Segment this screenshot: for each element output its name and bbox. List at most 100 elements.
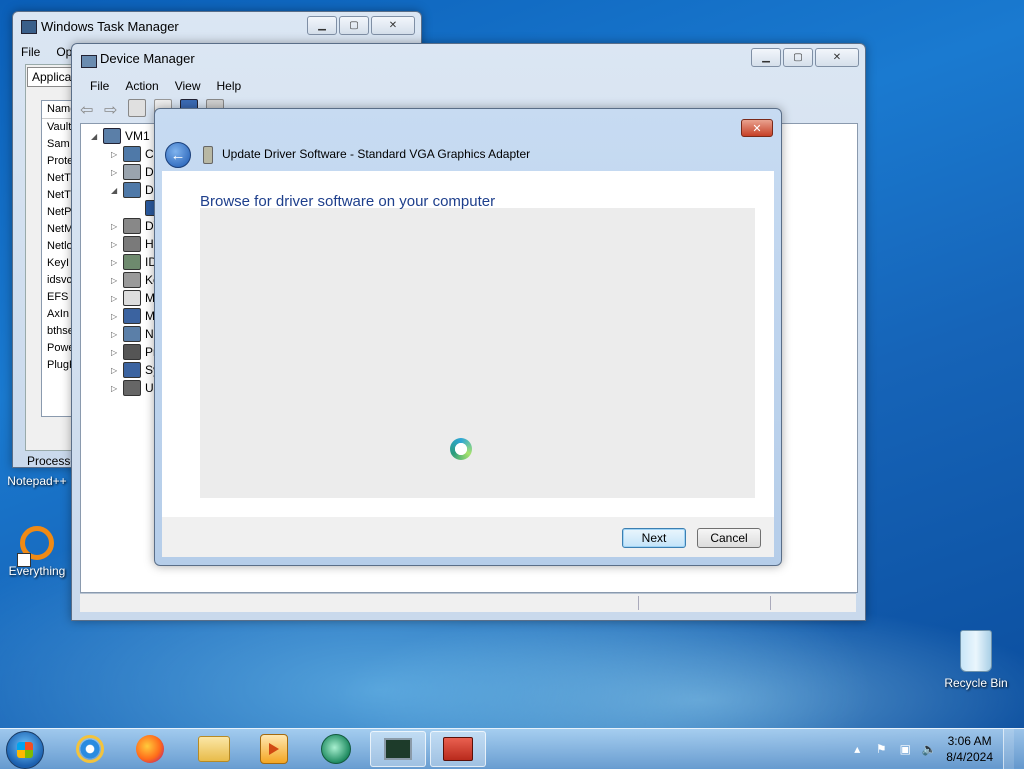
taskbar-app[interactable] <box>308 731 364 767</box>
menu-options[interactable]: Op <box>56 43 72 61</box>
network-icon[interactable]: ▣ <box>898 742 912 756</box>
menu-view[interactable]: View <box>175 77 201 95</box>
close-button[interactable]: ✕ <box>815 48 859 67</box>
expand-arrow-icon[interactable]: ▷ <box>111 240 119 249</box>
volume-muted-icon[interactable]: 🔈 <box>922 742 937 756</box>
start-button[interactable] <box>6 731 44 769</box>
taskbar-windows-explorer[interactable] <box>186 731 242 767</box>
expand-arrow-icon[interactable]: ▷ <box>111 168 119 177</box>
wizard-content: Browse for driver software on your compu… <box>162 171 774 517</box>
desktop-icon-everything[interactable]: Everything <box>4 526 70 578</box>
clock[interactable]: 3:06 AM 8/4/2024 <box>946 733 993 765</box>
back-button[interactable]: ← <box>165 142 191 168</box>
taskbar-internet-explorer[interactable] <box>62 731 118 767</box>
loading-spinner-icon <box>450 438 472 460</box>
device-category-icon <box>123 362 141 378</box>
status-bar <box>80 593 856 612</box>
device-category-icon <box>123 146 141 162</box>
taskbar-device-manager[interactable] <box>430 731 486 767</box>
page-heading: Browse for driver software on your compu… <box>200 193 496 210</box>
collapse-arrow-icon[interactable]: ◢ <box>111 186 119 195</box>
tree-item[interactable]: ▷ Pr <box>111 343 157 361</box>
expand-arrow-icon[interactable]: ▷ <box>111 294 119 303</box>
maximize-button[interactable]: ▢ <box>339 16 369 35</box>
tree-item[interactable]: ▷ M <box>111 289 155 307</box>
show-hidden-icons-icon[interactable]: ▴ <box>850 742 864 756</box>
action-center-flag-icon[interactable]: ⚑ <box>874 742 888 756</box>
desktop-icon-notepadpp[interactable]: Notepad++ <box>4 474 70 488</box>
expand-arrow-icon[interactable]: ▷ <box>111 384 119 393</box>
recycle-bin-icon <box>960 630 992 672</box>
expand-arrow-icon[interactable]: ▷ <box>111 312 119 321</box>
task-manager-icon <box>384 738 412 760</box>
window-title: Windows Task Manager <box>41 19 179 34</box>
collapse-arrow-icon[interactable]: ◢ <box>91 132 99 141</box>
maximize-button[interactable]: ▢ <box>783 48 813 67</box>
device-category-icon <box>123 182 141 198</box>
tree-item[interactable]: ▷ ID <box>111 253 157 271</box>
next-button[interactable]: Next <box>622 528 686 548</box>
computer-icon <box>103 128 121 144</box>
taskbar: ▴ ⚑ ▣ 🔈 3:06 AM 8/4/2024 <box>0 728 1024 769</box>
device-category-icon <box>123 380 141 396</box>
expand-arrow-icon[interactable]: ▷ <box>111 348 119 357</box>
tree-item[interactable]: ▷ Ke <box>111 271 160 289</box>
app-icon <box>321 734 351 764</box>
menu-file[interactable]: File <box>21 43 40 61</box>
graphics-adapter-icon <box>203 146 213 164</box>
windows-logo-icon <box>17 742 33 758</box>
menu-file[interactable]: File <box>90 77 109 95</box>
tree-item[interactable]: ▷ Di <box>111 163 156 181</box>
expand-arrow-icon[interactable]: ▷ <box>111 366 119 375</box>
window-title: Device Manager <box>100 51 195 66</box>
device-category-icon <box>123 344 141 360</box>
folder-icon <box>198 736 230 762</box>
minimize-button[interactable]: ▁ <box>751 48 781 67</box>
internet-explorer-icon <box>76 735 104 763</box>
menu-help[interactable]: Help <box>217 77 242 95</box>
tree-root-vm1[interactable]: ◢ VM1 <box>91 127 150 145</box>
desktop-icon-label: Notepad++ <box>7 474 67 488</box>
minimize-button[interactable]: ▁ <box>307 16 337 35</box>
taskbar-media-player[interactable] <box>246 731 302 767</box>
expand-arrow-icon[interactable]: ▷ <box>111 222 119 231</box>
expand-arrow-icon[interactable]: ▷ <box>111 330 119 339</box>
desktop-icon-label: Everything <box>8 564 66 578</box>
device-category-icon <box>123 254 141 270</box>
media-player-icon <box>260 734 288 764</box>
back-arrow-icon[interactable]: ⇦ <box>80 100 96 119</box>
tree-item[interactable]: ▷ Hu <box>111 235 160 253</box>
expand-arrow-icon[interactable]: ▷ <box>111 150 119 159</box>
menu-action[interactable]: Action <box>125 77 158 95</box>
close-button[interactable]: ✕ <box>371 16 415 35</box>
tree-item[interactable]: ▷ Co <box>111 145 160 163</box>
desktop-icon-recycle-bin[interactable]: Recycle Bin <box>938 630 1014 690</box>
device-category-icon <box>123 164 141 180</box>
dialog-title: Update Driver Software - Standard VGA Gr… <box>222 147 531 161</box>
device-category-icon <box>123 236 141 252</box>
tree-item[interactable]: ▷ M <box>111 307 155 325</box>
forward-arrow-icon[interactable]: ⇨ <box>104 100 120 119</box>
device-category-icon <box>123 326 141 342</box>
expand-arrow-icon[interactable]: ▷ <box>111 258 119 267</box>
tree-item[interactable]: ▷ Ne <box>111 325 160 343</box>
expand-arrow-icon[interactable]: ▷ <box>111 276 119 285</box>
cancel-button[interactable]: Cancel <box>697 528 761 548</box>
properties-icon[interactable] <box>128 99 146 117</box>
device-manager-icon <box>443 737 473 761</box>
device-category-icon <box>123 272 141 288</box>
task-manager-icon <box>21 20 37 34</box>
driver-list-placeholder <box>200 208 755 498</box>
taskbar-firefox[interactable] <box>122 731 178 767</box>
tree-item[interactable]: ▷ Sy <box>111 361 159 379</box>
device-category-icon <box>123 308 141 324</box>
tree-item[interactable]: ◢ Di <box>111 181 156 199</box>
firefox-icon <box>136 735 164 763</box>
taskbar-task-manager[interactable] <box>370 731 426 767</box>
desktop-icon-label: Recycle Bin <box>944 676 1008 690</box>
update-driver-dialog[interactable]: ✕ ← Update Driver Software - Standard VG… <box>154 108 782 566</box>
device-category-icon <box>123 218 141 234</box>
close-button[interactable]: ✕ <box>741 119 773 137</box>
show-desktop-button[interactable] <box>1003 729 1014 769</box>
tree-item[interactable]: ▷ Ur <box>111 379 158 397</box>
